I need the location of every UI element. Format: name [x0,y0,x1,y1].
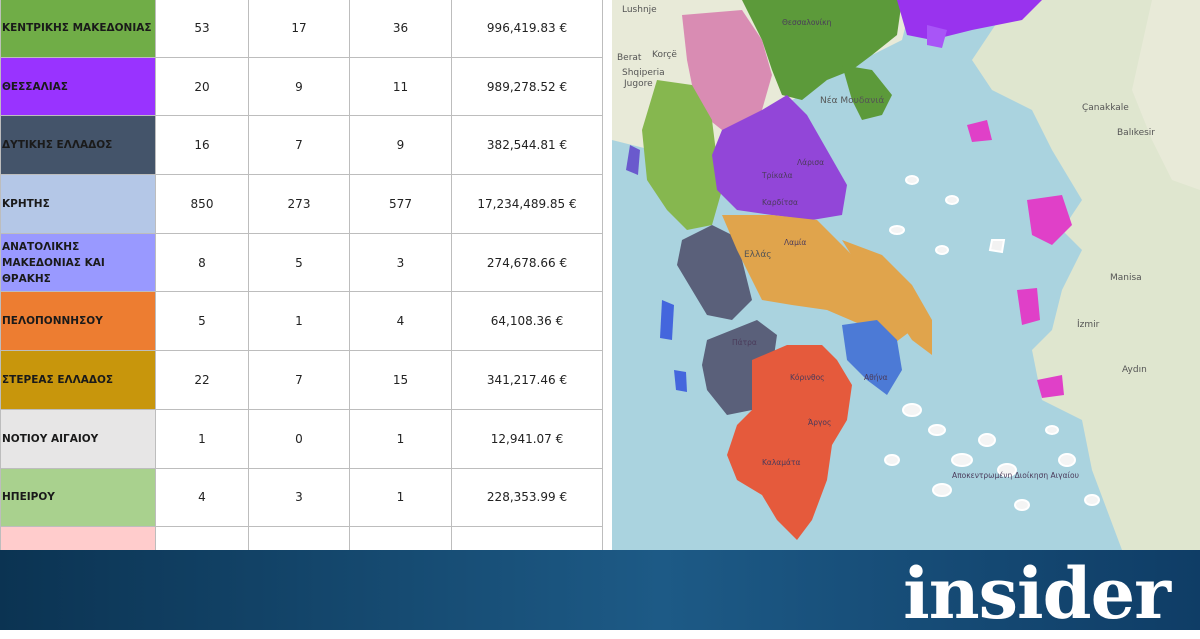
count-b-cell: 1 [349,408,452,469]
amount-cell: 64,108.36 € [451,291,603,352]
amount-cell: 382,544.81 € [451,115,603,176]
count-total-cell: 16 [155,115,249,176]
region-cell: ΔΥΤΙΚΗΣ ΕΛΛΑΔΟΣ [0,115,156,176]
table-row: ΗΠΕΙΡΟΥ 4 3 1 228,353.99 € [0,467,603,528]
label-athina: Αθήνα [864,373,888,382]
label-larisa: Λάρισα [797,158,824,167]
label-kalamata: Καλαμάτα [762,458,800,467]
region-cell: ΘΕΣΣΑΛΙΑΣ [0,56,156,117]
table-row: ΚΕΝΤΡΙΚΗΣ ΜΑΚΕΔΟΝΙΑΣ 53 17 36 996,419.83 € [0,0,603,58]
label-lamia: Λαμία [784,238,806,247]
region-cell: ΗΠΕΙΡΟΥ [0,467,156,528]
region-cell: ΠΕΛΟΠΟΝΝΗΣΟΥ [0,291,156,352]
table-row: ΑΝΑΤΟΛΙΚΗΣ ΜΑΚΕΔΟΝΙΑΣ ΚΑΙ ΘΡΑΚΗΣ 8 5 3 274,6… [0,232,603,293]
count-total-cell [155,526,249,550]
amount-cell [451,526,603,550]
count-a-cell: 7 [248,115,350,176]
count-total-cell: 8 [155,232,249,293]
table-row: ΚΡΗΤΗΣ 850 273 577 17,234,489.85 € [0,174,603,234]
regions-table: ΚΕΝΤΡΙΚΗΣ ΜΑΚΕΔΟΝΙΑΣ 53 17 36 996,419.83 € ΘΕ… [0,0,603,550]
count-total-cell: 1 [155,408,249,469]
label-ellas: Ελλάς [744,250,772,260]
label-nea-moudania: Νέα Μουδανιά [820,95,884,106]
amount-cell: 274,678.66 € [451,232,603,293]
region-cell: ΚΡΗΤΗΣ [0,174,156,234]
label-shqiperia: Shqiperia [622,68,665,78]
amount-cell: 12,941.07 € [451,408,603,469]
label-berat: Berat [617,53,642,63]
count-total-cell: 850 [155,174,249,234]
count-a-cell: 273 [248,174,350,234]
count-total-cell: 53 [155,0,249,58]
count-a-cell: 0 [248,408,350,469]
map-svg: Lushnje Berat Korçë Shqiperia Jugore Θεσ… [612,0,1200,550]
count-a-cell: 1 [248,291,350,352]
label-canakkale: Çanakkale [1082,103,1129,113]
panel-divider [604,0,612,550]
count-total-cell: 4 [155,467,249,528]
table-row: ΝΟΤΙΟΥ ΑΙΓΑΙΟΥ 1 0 1 12,941.07 € [0,408,603,469]
count-a-cell: 9 [248,56,350,117]
label-korce: Korçë [652,50,677,60]
data-table-panel: ΚΕΝΤΡΙΚΗΣ ΜΑΚΕΔΟΝΙΑΣ 53 17 36 996,419.83 € ΘΕ… [0,0,604,550]
count-a-cell [248,526,350,550]
count-b-cell: 4 [349,291,452,352]
label-aydin: Aydın [1122,365,1147,375]
label-aegean-admin: Αποκεντρωμένη Διοίκηση Αιγαίου [952,471,1079,480]
table-row: ΔΥΤΙΚΗΣ ΕΛΛΑΔΟΣ 16 7 9 382,544.81 € [0,115,603,176]
count-a-cell: 5 [248,232,350,293]
count-b-cell: 3 [349,232,452,293]
label-lushnje: Lushnje [622,5,657,15]
region-cell: ΑΝΑΤΟΛΙΚΗΣ ΜΑΚΕΔΟΝΙΑΣ ΚΑΙ ΘΡΑΚΗΣ [0,232,156,293]
region-cell [0,526,156,550]
island-zakynthos [674,370,687,392]
label-balikesir: Balıkesir [1117,128,1155,138]
count-a-cell: 3 [248,467,350,528]
label-karditsa: Καρδίτσα [762,198,798,207]
region-cell: ΚΕΝΤΡΙΚΗΣ ΜΑΚΕΔΟΝΙΑΣ [0,0,156,58]
table-row: ΣΤΕΡΕΑΣ ΕΛΛΑΔΟΣ 22 7 15 341,217.46 € [0,350,603,410]
island-small [988,239,1006,254]
count-b-cell: 1 [349,467,452,528]
amount-cell: 228,353.99 € [451,467,603,528]
label-thessaloniki: Θεσσαλονίκη [782,18,832,27]
count-b-cell: 36 [349,0,452,58]
region-cell: ΣΤΕΡΕΑΣ ΕΛΛΑΔΟΣ [0,350,156,410]
label-manisa: Manisa [1110,273,1142,283]
greece-regions-map: Lushnje Berat Korçë Shqiperia Jugore Θεσ… [612,0,1200,550]
count-b-cell: 577 [349,174,452,234]
table-row: ΠΕΛΟΠΟΝΝΗΣΟΥ 5 1 4 64,108.36 € [0,291,603,352]
count-b-cell: 15 [349,350,452,410]
label-trikala: Τρίκαλα [761,171,793,180]
count-b-cell: 9 [349,115,452,176]
count-total-cell: 22 [155,350,249,410]
count-a-cell: 7 [248,350,350,410]
count-b-cell [349,526,452,550]
count-total-cell: 20 [155,56,249,117]
label-korinthos: Κόρινθος [790,373,825,382]
label-jugore: Jugore [623,79,653,89]
label-patra: Πάτρα [732,338,757,347]
island-kefalonia [660,300,674,340]
region-cell: ΝΟΤΙΟΥ ΑΙΓΑΙΟΥ [0,408,156,469]
count-total-cell: 5 [155,291,249,352]
count-b-cell: 11 [349,56,452,117]
amount-cell: 17,234,489.85 € [451,174,603,234]
label-izmir: İzmir [1077,319,1100,330]
table-row [0,526,603,550]
amount-cell: 996,419.83 € [451,0,603,58]
insider-logo[interactable]: insider [903,549,1171,639]
amount-cell: 989,278.52 € [451,56,603,117]
amount-cell: 341,217.46 € [451,350,603,410]
count-a-cell: 17 [248,0,350,58]
label-argos: Άργος [808,418,831,427]
table-row: ΘΕΣΣΑΛΙΑΣ 20 9 11 989,278.52 € [0,56,603,117]
